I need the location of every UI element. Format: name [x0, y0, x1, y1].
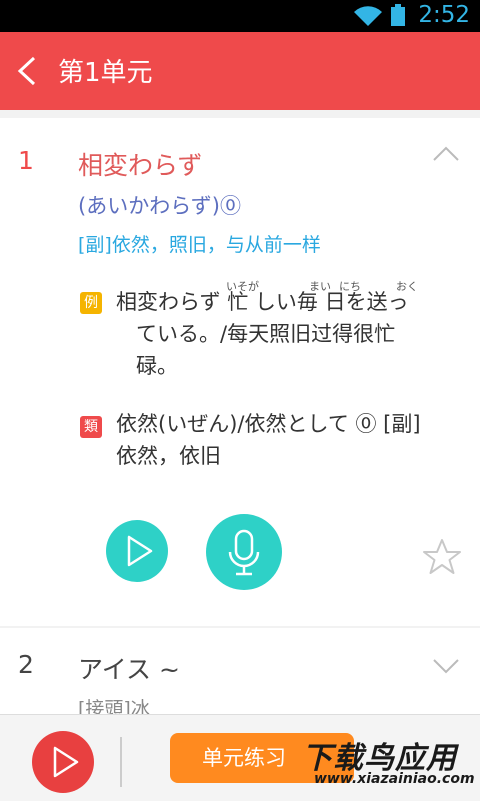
page-title: 第1单元 [58, 58, 153, 88]
wifi-icon [354, 6, 382, 27]
clock: 2:52 [418, 2, 470, 28]
watermark-logo: 下载鸟应用 www.xiazainiao.com [288, 733, 480, 793]
status-bar: 2:52 [0, 0, 480, 32]
example-tag: 例 [80, 292, 102, 314]
chevron-down-icon[interactable] [432, 658, 460, 674]
back-arrow-icon[interactable] [14, 54, 42, 88]
play-icon [53, 746, 79, 778]
synonym-tag: 類 [80, 416, 102, 438]
synonym-line-2: 依然，依旧 [116, 444, 221, 468]
battery-icon [391, 4, 405, 26]
bottom-bar: 单元练习 下载鸟应用 www.xiazainiao.com [0, 714, 480, 801]
watermark-url: www.xiazainiao.com [314, 771, 475, 787]
example-line-2: ている。/每天照旧过得很忙 [136, 322, 396, 346]
entry-number: 2 [18, 650, 34, 679]
entry-reading: (あいかわらず)⓪ [78, 194, 241, 218]
chevron-up-icon[interactable] [432, 146, 460, 162]
star-favorite-icon[interactable] [422, 538, 462, 576]
entry-meaning: [副]依然，照旧，与从前一样 [78, 234, 321, 256]
app-bar: 第1单元 [0, 32, 480, 110]
vocab-card-1: 1 相変わらず (あいかわらず)⓪ [副]依然，照旧，与从前一样 いそが まい … [0, 118, 480, 626]
microphone-icon [228, 529, 260, 576]
synonym-line-1: 依然(いぜん)/依然として ⓪ [副] [116, 412, 421, 436]
record-voice-button[interactable] [206, 514, 282, 590]
vocab-card-2[interactable]: 2 アイス ~ [接頭]冰 [0, 628, 480, 720]
divider [120, 737, 122, 787]
play-all-button[interactable] [32, 731, 94, 793]
play-audio-button[interactable] [106, 520, 168, 582]
example-line-1: 相変わらず 忙 しい毎 日を送っ [116, 290, 409, 314]
entry-number: 1 [18, 146, 34, 175]
example-line-3: 碌。 [136, 354, 178, 378]
entry-word: 相変わらず [78, 151, 203, 180]
play-icon [127, 535, 153, 567]
entry-word: アイス ~ [78, 655, 180, 684]
